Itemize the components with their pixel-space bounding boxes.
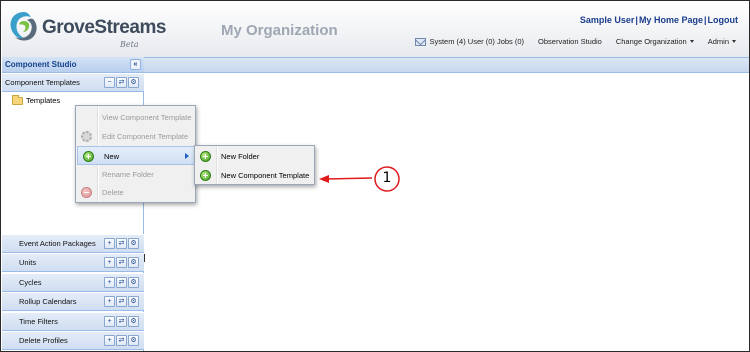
admin-label: Admin — [707, 37, 729, 46]
add-icon — [200, 170, 211, 181]
messages-label: System (4) User (0) Jobs (0) — [429, 37, 525, 46]
add-icon — [200, 151, 211, 162]
menu-item-label: Delete — [102, 188, 124, 197]
refresh-icon[interactable]: ⇄ — [116, 277, 127, 288]
section-time-filters[interactable]: Time Filters + ⇄ ⚙ — [2, 312, 144, 331]
messages-button[interactable]: System (4) User (0) Jobs (0) — [415, 37, 524, 46]
section-units[interactable]: Units + ⇄ ⚙ — [2, 253, 144, 272]
tree-folder-templates[interactable]: Templates — [12, 94, 61, 105]
expand-icon[interactable]: + — [104, 316, 115, 327]
folder-icon — [12, 94, 23, 105]
organization-title: My Organization — [221, 22, 338, 39]
app-header: GroveStreams Beta My Organization Sample… — [2, 2, 749, 57]
menu-item-edit-component-template[interactable]: Edit Component Template — [76, 127, 195, 146]
change-organization-menu[interactable]: Change Organization — [616, 37, 694, 46]
menu-item-label: New Folder — [221, 152, 260, 161]
annotation-arrowhead — [319, 175, 329, 183]
expand-icon[interactable]: + — [104, 296, 115, 307]
brand-name: GroveStreams — [42, 17, 166, 38]
section-tools: + ⇄ ⚙ — [104, 335, 139, 346]
beta-tag: Beta — [120, 40, 139, 49]
menu-item-label: Rename Folder — [102, 170, 154, 179]
component-studio-panel: Component Studio « Component Templates −… — [2, 57, 145, 351]
menu-item-delete[interactable]: Delete — [76, 183, 195, 202]
component-templates-label: Component Templates — [5, 78, 80, 87]
logout-link[interactable]: Logout — [708, 15, 739, 25]
section-tools: + ⇄ ⚙ — [104, 277, 139, 288]
refresh-icon[interactable]: ⇄ — [116, 296, 127, 307]
refresh-icon[interactable]: ⇄ — [116, 257, 127, 268]
section-cycles[interactable]: Cycles + ⇄ ⚙ — [2, 273, 144, 292]
collapse-icon[interactable]: − — [104, 77, 115, 88]
gear-icon[interactable]: ⚙ — [128, 77, 139, 88]
tree-folder-label: Templates — [26, 96, 61, 105]
caret-down-icon — [689, 40, 694, 43]
menu-item-label: New Component Template — [221, 171, 310, 180]
gear-icon[interactable]: ⚙ — [128, 316, 139, 327]
panel-title: Component Studio « — [2, 57, 144, 73]
gear-icon[interactable]: ⚙ — [128, 238, 139, 249]
refresh-icon[interactable]: ⇄ — [116, 77, 127, 88]
section-label: Rollup Calendars — [19, 297, 77, 306]
home-page-link[interactable]: My Home Page — [639, 15, 703, 25]
double-chevron-left-icon[interactable]: « — [130, 59, 141, 70]
menu-item-label: View Component Template — [102, 113, 192, 122]
grovestreams-logo-icon — [10, 12, 37, 41]
observation-studio-label: Observation Studio — [538, 37, 602, 46]
menu-item-rename-folder[interactable]: Rename Folder — [76, 165, 195, 184]
section-label: Delete Profiles — [19, 336, 68, 345]
expand-icon[interactable]: + — [104, 257, 115, 268]
section-label: Time Filters — [19, 317, 58, 326]
menu-item-label: Edit Component Template — [102, 132, 189, 141]
section-rollup-calendars[interactable]: Rollup Calendars + ⇄ ⚙ — [2, 292, 144, 311]
admin-menu[interactable]: Admin — [708, 37, 736, 46]
menu-item-new-folder[interactable]: New Folder — [195, 147, 314, 166]
app-window: GroveStreams Beta My Organization Sample… — [0, 0, 750, 352]
annotation-arrow — [325, 177, 373, 180]
section-tools: + ⇄ ⚙ — [104, 238, 139, 249]
user-links: Sample User|My Home Page|Logout — [579, 15, 739, 25]
refresh-icon[interactable]: ⇄ — [116, 335, 127, 346]
envelope-icon — [415, 37, 427, 46]
section-tools: − ⇄ ⚙ — [104, 77, 139, 88]
observation-studio-button[interactable]: Observation Studio — [538, 37, 602, 46]
user-name-link[interactable]: Sample User — [580, 15, 635, 25]
menu-item-view-component-template[interactable]: View Component Template — [76, 108, 195, 127]
section-label: Units — [19, 258, 37, 267]
section-label: Cycles — [19, 278, 42, 287]
section-label: Event Action Packages — [19, 239, 96, 248]
refresh-icon[interactable]: ⇄ — [116, 238, 127, 249]
section-event-action-packages[interactable]: Event Action Packages + ⇄ ⚙ — [2, 234, 144, 253]
annotation-number: 1 — [382, 170, 392, 186]
panel-title-text: Component Studio — [5, 60, 77, 69]
gear-icon[interactable]: ⚙ — [128, 277, 139, 288]
top-navigation: System (4) User (0) Jobs (0) Observation… — [401, 37, 736, 46]
gear-icon — [81, 131, 92, 142]
menu-item-label: New — [104, 152, 120, 161]
section-tools: + ⇄ ⚙ — [104, 257, 139, 268]
gear-icon[interactable]: ⚙ — [128, 335, 139, 346]
section-tools: + ⇄ ⚙ — [104, 316, 139, 327]
refresh-icon[interactable]: ⇄ — [116, 316, 127, 327]
menu-item-new[interactable]: New — [77, 146, 195, 165]
caret-down-icon — [732, 40, 736, 43]
gear-icon[interactable]: ⚙ — [128, 296, 139, 307]
add-icon — [83, 151, 94, 162]
expand-icon[interactable]: + — [104, 238, 115, 249]
new-submenu: New Folder New Component Template — [194, 145, 315, 185]
context-menu: View Component Template Edit Component T… — [75, 105, 196, 203]
menu-item-new-component-template[interactable]: New Component Template — [195, 166, 314, 185]
submenu-arrow-icon — [185, 153, 189, 159]
delete-icon — [81, 187, 92, 198]
change-organization-label: Change Organization — [615, 37, 687, 46]
section-delete-profiles[interactable]: Delete Profiles + ⇄ ⚙ — [2, 331, 144, 350]
expand-icon[interactable]: + — [104, 277, 115, 288]
section-tools: + ⇄ ⚙ — [104, 296, 139, 307]
expand-icon[interactable]: + — [104, 335, 115, 346]
gear-icon[interactable]: ⚙ — [128, 257, 139, 268]
component-templates-header[interactable]: Component Templates − ⇄ ⚙ — [2, 73, 144, 92]
